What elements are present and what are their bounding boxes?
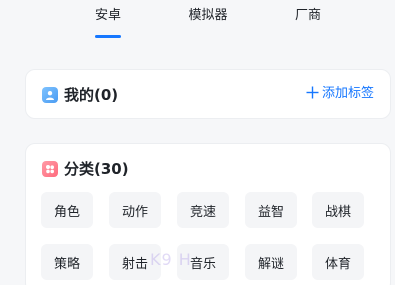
category-tag-label: 动作	[121, 204, 148, 220]
category-tag-label: 解谜	[257, 256, 284, 272]
tab-emulator[interactable]: 模拟器	[188, 8, 228, 40]
tab-emulator-label: 模拟器	[188, 8, 228, 23]
category-tag-label: 战棋	[324, 204, 351, 220]
category-tag[interactable]: 解谜	[245, 244, 297, 280]
my-tags-title: 我的(0)	[64, 86, 119, 104]
category-tag[interactable]: 角色	[41, 192, 93, 228]
category-title: 分类(30)	[64, 160, 129, 178]
category-tag-label: 射击	[121, 256, 148, 272]
my-tags-header: 我的(0)	[42, 86, 118, 104]
category-tag[interactable]: 策略	[41, 244, 93, 280]
category-tag[interactable]: 动作	[109, 192, 161, 228]
my-tags-card: 我的(0) 添加标签	[25, 69, 391, 119]
category-tag[interactable]: 体育	[312, 244, 364, 280]
category-header: 分类(30)	[42, 160, 129, 178]
top-tab-bar: 安卓 模拟器 厂商	[0, 0, 395, 48]
category-tag-label: 角色	[53, 204, 80, 220]
tab-android-label: 安卓	[95, 8, 122, 23]
tab-android[interactable]: 安卓	[95, 8, 121, 40]
category-tag-label: 竞速	[189, 204, 216, 220]
category-tag[interactable]: 射击	[109, 244, 161, 280]
tab-vendor[interactable]: 厂商	[295, 8, 321, 40]
category-tag-label: 音乐	[189, 256, 216, 272]
tab-active-indicator	[95, 35, 121, 38]
category-tag-label: 体育	[324, 256, 351, 272]
plus-icon	[306, 86, 319, 102]
category-tag[interactable]: 益智	[245, 192, 297, 228]
tab-vendor-label: 厂商	[295, 8, 322, 23]
category-tag-label: 益智	[257, 204, 284, 220]
category-tag[interactable]: 战棋	[312, 192, 364, 228]
user-icon	[42, 87, 58, 103]
category-icon	[42, 161, 58, 177]
add-tag-label: 添加标签	[321, 86, 374, 101]
category-tag-label: 策略	[53, 256, 80, 272]
category-tag[interactable]: 竞速	[177, 192, 229, 228]
category-card: 分类(30) 角色 动作 竞速 益智 战棋 策略 射击 音乐 解谜 体育	[25, 143, 391, 285]
category-tag[interactable]: 音乐	[177, 244, 229, 280]
add-tag-button[interactable]: 添加标签	[306, 86, 374, 102]
